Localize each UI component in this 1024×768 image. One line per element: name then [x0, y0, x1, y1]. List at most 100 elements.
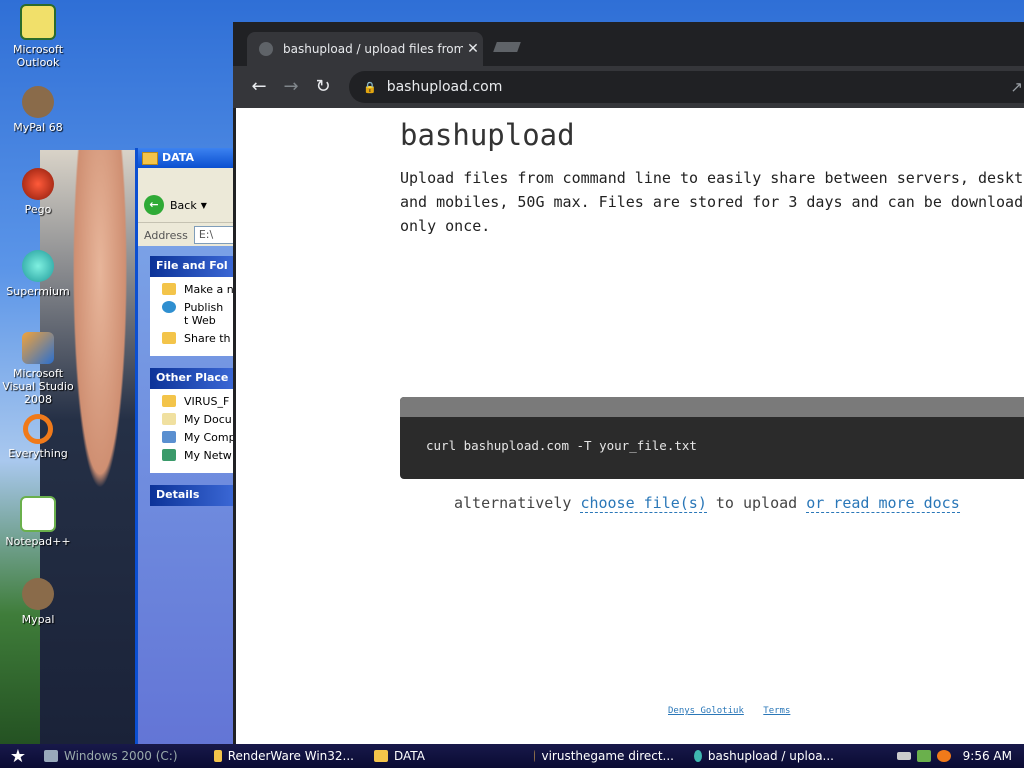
network-icon[interactable] — [916, 750, 931, 762]
start-button[interactable]: ★ — [0, 744, 36, 768]
lock-icon[interactable]: 🔒 — [363, 81, 377, 94]
web-page: bashupload Upload files from command lin… — [236, 108, 1024, 744]
taskbar-label: bashupload / uploa... — [707, 749, 834, 763]
alt-prefix: alternatively — [454, 494, 572, 512]
share-icon[interactable]: ↗ — [1010, 78, 1023, 96]
explorer-window[interactable]: DATA ← Back ▼ Address E:\ File and Fol M… — [135, 148, 238, 744]
visual-studio-icon — [22, 332, 54, 364]
explorer-menubar[interactable] — [138, 168, 238, 188]
place-item[interactable]: My Netw — [162, 449, 234, 462]
task-make-folder[interactable]: Make a n — [162, 283, 234, 296]
address-bar[interactable]: 🔒 bashupload.com ↗ — [349, 71, 1024, 103]
choose-files-link[interactable]: choose file(s) — [580, 494, 707, 513]
desktop-icon-label: Notepad++ — [5, 535, 71, 548]
read-docs-link[interactable]: or read more docs — [806, 494, 960, 513]
alt-middle: to upload — [715, 494, 798, 512]
tasks-header[interactable]: File and Fol — [150, 256, 238, 277]
taskbar-item[interactable]: bashupload / uploa... — [686, 746, 842, 766]
tab-title: bashupload / upload files from comm — [283, 42, 463, 56]
address-label: Address — [144, 228, 188, 242]
shared-folder-icon — [162, 332, 176, 344]
desktop-icon-label: Pego — [24, 203, 52, 216]
curl-command[interactable]: curl bashupload.com -T your_file.txt — [400, 417, 1024, 453]
explorer-title: DATA — [162, 151, 194, 164]
taskbar-label: virusthegame direct... — [541, 749, 674, 763]
supermium-icon — [22, 250, 54, 282]
tab-strip: bashupload / upload files from comm ✕ — [233, 22, 1024, 66]
close-icon[interactable]: ✕ — [463, 41, 483, 57]
globe-icon — [259, 42, 273, 56]
chevron-down-icon[interactable]: ▼ — [201, 201, 207, 210]
page-footer: Denys Golotiuk Terms — [668, 706, 804, 716]
other-places: Other Place VIRUS_F My Docu My Comp My N… — [150, 368, 238, 473]
address-input[interactable]: E:\ — [193, 226, 238, 244]
notepadpp-icon — [20, 496, 56, 532]
tab-bashupload[interactable]: bashupload / upload files from comm ✕ — [247, 32, 483, 66]
raccoon-icon — [22, 86, 54, 118]
browser-window[interactable]: bashupload / upload files from comm ✕ ← … — [233, 22, 1024, 744]
folder-icon — [214, 750, 222, 762]
clock[interactable]: 9:56 AM — [963, 749, 1012, 763]
terms-link[interactable]: Terms — [763, 706, 790, 716]
desktop-icon-outlook[interactable]: Microsoft Outlook — [0, 4, 78, 69]
desktop-icon-label: Everything — [8, 447, 68, 460]
place-item[interactable]: My Docu — [162, 413, 234, 426]
back-button[interactable]: Back — [170, 199, 197, 212]
desktop-icon-label: Mypal — [21, 613, 55, 626]
explorer-titlebar[interactable]: DATA — [138, 148, 238, 168]
place-item[interactable]: My Comp — [162, 431, 234, 444]
taskbar-label: RenderWare Win32... — [227, 749, 354, 763]
taskbar-item[interactable]: DATA — [366, 746, 522, 766]
command-box-header — [400, 397, 1024, 417]
alternative-line: alternatively choose file(s) to upload o… — [454, 494, 960, 513]
network-icon — [162, 449, 176, 461]
taskbar: ★ Windows 2000 (C:) RenderWare Win32... … — [0, 744, 1024, 768]
place-item[interactable]: VIRUS_F — [162, 395, 234, 408]
place-label: My Comp — [184, 431, 234, 444]
desktop-icon-label: Microsoft Visual Studio 2008 — [2, 367, 74, 406]
places-header[interactable]: Other Place — [150, 368, 238, 389]
file-folder-tasks: File and Fol Make a n Publish t Web Shar… — [150, 256, 238, 356]
taskbar-item[interactable]: Windows 2000 (C:) — [36, 746, 202, 766]
keyboard-icon[interactable] — [896, 752, 911, 760]
search-icon[interactable] — [936, 750, 951, 762]
browser-toolbar: ← → ↻ 🔒 bashupload.com ↗ — [233, 66, 1024, 108]
task-publish-web[interactable]: Publish t Web — [162, 301, 234, 327]
reload-icon[interactable]: ↻ — [309, 73, 337, 101]
taskbar-item[interactable]: RenderWare Win32... — [206, 746, 362, 766]
folder-icon — [162, 283, 176, 295]
drive-icon — [44, 750, 58, 762]
page-title: bashupload — [400, 118, 575, 152]
documents-icon — [162, 413, 176, 425]
folder-icon — [142, 151, 158, 165]
new-tab-button[interactable] — [493, 42, 521, 52]
desktop-icon-mypal68[interactable]: MyPal 68 — [0, 86, 78, 134]
desktop-icon-pego[interactable]: Pego — [0, 168, 78, 216]
desktop-icon-label: Microsoft Outlook — [12, 43, 64, 69]
desktop-icon-mypal[interactable]: Mypal — [0, 578, 78, 626]
folder-icon — [374, 750, 388, 762]
back-arrow-icon[interactable]: ← — [144, 195, 164, 215]
raccoon-icon — [22, 578, 54, 610]
desktop-icon-everything[interactable]: Everything — [0, 414, 78, 460]
desktop-icon-supermium[interactable]: Supermium — [0, 250, 78, 298]
folder-icon — [162, 395, 176, 407]
place-label: VIRUS_F — [184, 395, 230, 408]
desktop-icon-label: Supermium — [6, 285, 70, 298]
explorer-task-pane: File and Fol Make a n Publish t Web Shar… — [138, 246, 238, 744]
desktop-icon-notepadpp[interactable]: Notepad++ — [0, 496, 78, 548]
details-group: Details — [150, 485, 238, 506]
url-text[interactable]: bashupload.com — [387, 79, 503, 95]
command-box: curl bashupload.com -T your_file.txt — [400, 397, 1024, 479]
back-arrow-icon[interactable]: ← — [245, 73, 273, 101]
details-header[interactable]: Details — [150, 485, 238, 506]
desktop-icon-visual-studio[interactable]: Microsoft Visual Studio 2008 — [0, 332, 78, 406]
author-link[interactable]: Denys Golotiuk — [668, 706, 744, 716]
taskbar-item[interactable]: virusthegame direct... — [526, 746, 682, 766]
task-share[interactable]: Share th — [162, 332, 234, 345]
desktop-icon-label: MyPal 68 — [13, 121, 63, 134]
globe-icon — [162, 301, 176, 313]
forward-arrow-icon[interactable]: → — [277, 73, 305, 101]
task-label: Publish t Web — [184, 301, 224, 327]
taskbar-label: DATA — [394, 749, 425, 763]
